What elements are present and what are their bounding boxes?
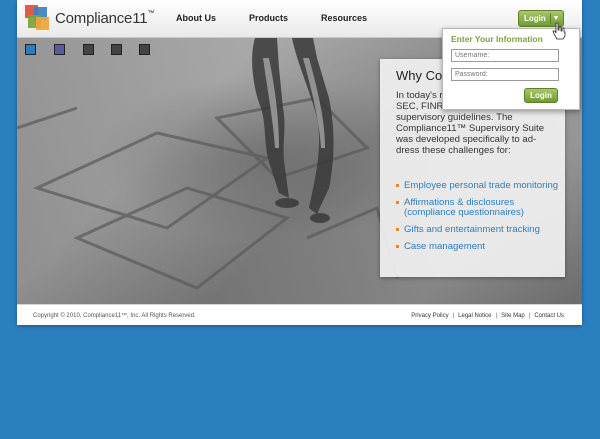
bullet-icon [396, 228, 399, 231]
feature-link-gifts[interactable]: Gifts and entertainment tracking [396, 225, 561, 235]
slide-thumb-3[interactable] [83, 44, 94, 55]
footer-link-privacy[interactable]: Privacy Policy [411, 313, 448, 319]
feature-link-personal-trade[interactable]: Employee personal trade monitoring [396, 181, 561, 191]
footer-separator: | [528, 313, 531, 319]
bullet-icon [396, 184, 399, 187]
page-container: Compliance11™ About Us Products Resource… [17, 0, 582, 325]
features-list: Employee personal trade monitoring Affir… [396, 181, 561, 252]
bullet-icon [396, 245, 399, 248]
slide-thumb-1[interactable] [25, 44, 36, 55]
feature-link-case-management[interactable]: Case management [396, 242, 561, 252]
logo-mark-icon [25, 5, 51, 31]
slide-thumb-2[interactable] [54, 44, 65, 55]
slide-thumb-5[interactable] [139, 44, 150, 55]
login-panel-title: Enter Your Information [451, 34, 543, 44]
footer-link-contact[interactable]: Contact Us [534, 313, 564, 319]
footer: Copyright © 2010, Compliance11™, Inc. Al… [17, 304, 582, 325]
hand-cursor-icon [552, 22, 566, 40]
login-dropdown-panel: Enter Your Information Login [442, 28, 580, 110]
footer-separator: | [452, 313, 455, 319]
nav-about-us[interactable]: About Us [176, 13, 216, 23]
bullet-icon [396, 201, 399, 204]
feature-link-affirmations[interactable]: Affirmations & disclosures (compliance q… [396, 198, 561, 218]
footer-link-sitemap[interactable]: Site Map [501, 313, 525, 319]
nav-resources[interactable]: Resources [321, 13, 367, 23]
footer-links: Privacy Policy | Legal Notice | Site Map | Con… [411, 313, 564, 319]
password-field[interactable] [451, 68, 559, 81]
copyright-text: Copyright © 2010, Compliance11™, Inc. Al… [33, 313, 196, 319]
login-submit-button[interactable]: Login [524, 88, 558, 103]
footer-link-legal[interactable]: Legal Notice [458, 313, 491, 319]
footer-separator: | [495, 313, 498, 319]
why-title: Why Co [396, 68, 443, 83]
slide-thumb-4[interactable] [111, 44, 122, 55]
logo-text: Compliance11™ [55, 10, 155, 27]
nav-products[interactable]: Products [249, 13, 288, 23]
logo[interactable]: Compliance11™ [25, 5, 155, 33]
username-field[interactable] [451, 49, 559, 62]
login-button-label: Login [524, 14, 546, 23]
